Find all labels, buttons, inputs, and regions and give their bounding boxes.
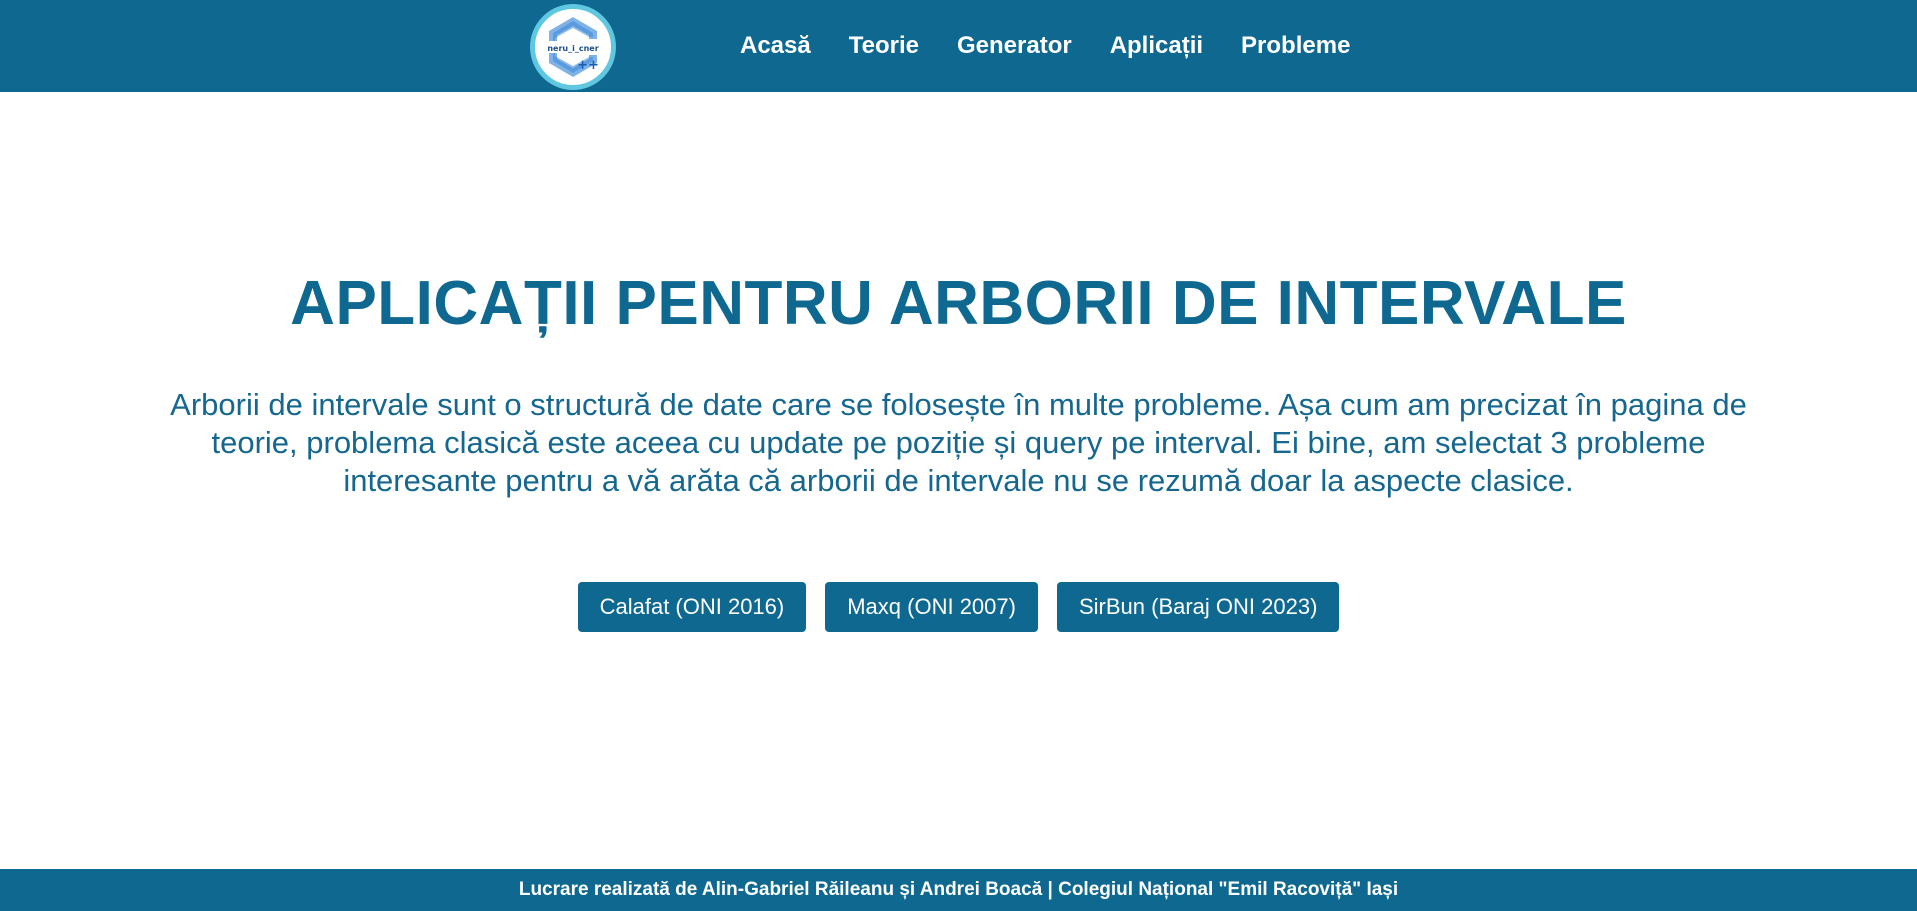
main-nav: Acasă Teorie Generator Aplicații Problem… xyxy=(740,0,1369,92)
svg-text:++: ++ xyxy=(577,58,599,73)
maxq-button[interactable]: Maxq (ONI 2007) xyxy=(825,582,1038,632)
nav-link-generator[interactable]: Generator xyxy=(938,32,1091,60)
c-plus-plus-logo-icon: neru_i_cner ++ xyxy=(547,17,599,77)
page-title: APLICAȚII PENTRU ARBORII DE INTERVALE xyxy=(290,269,1627,338)
page: neru_i_cner ++ Acasă Teorie Generator Ap… xyxy=(0,0,1917,911)
nav-link-aplicatii[interactable]: Aplicații xyxy=(1091,32,1222,60)
calafat-button[interactable]: Calafat (ONI 2016) xyxy=(577,582,807,632)
svg-text:neru_i_cner: neru_i_cner xyxy=(547,44,598,53)
nav-link-teorie[interactable]: Teorie xyxy=(830,32,938,60)
footer-credits: Lucrare realizată de Alin-Gabriel Răilea… xyxy=(518,879,1399,900)
nav-link-probleme[interactable]: Probleme xyxy=(1222,32,1369,60)
problem-buttons: Calafat (ONI 2016) Maxq (ONI 2007) SirBu… xyxy=(0,582,1917,632)
intro-paragraph: Arborii de intervale sunt o structură de… xyxy=(170,387,1747,498)
footer: Lucrare realizată de Alin-Gabriel Răilea… xyxy=(0,869,1917,911)
site-logo[interactable]: neru_i_cner ++ xyxy=(530,4,616,90)
sirbun-button[interactable]: SirBun (Baraj ONI 2023) xyxy=(1056,582,1340,632)
top-navbar: neru_i_cner ++ Acasă Teorie Generator Ap… xyxy=(0,0,1917,92)
nav-link-acasa[interactable]: Acasă xyxy=(740,32,830,60)
